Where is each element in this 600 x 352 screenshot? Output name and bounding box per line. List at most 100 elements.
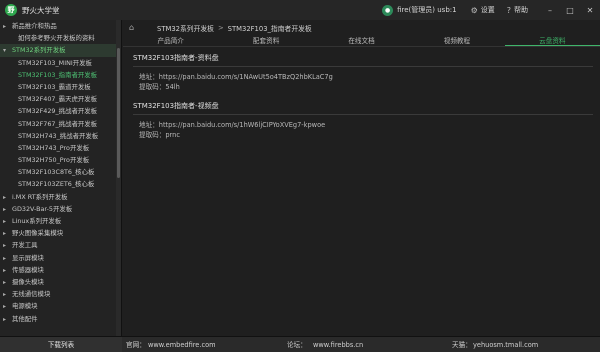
code-row: 提取码：prnc [133,131,590,141]
caret-down-icon[interactable]: ▾ [3,45,12,56]
sidebar-item[interactable]: ▸ GD32V-Bar-5开发板 [0,203,121,215]
sidebar-item[interactable]: ▾ STM32系列开发板 [0,44,121,57]
sidebar-item-label: 传感器模块 [12,265,44,274]
close-button[interactable]: ✕ [580,6,600,15]
section-title: STM32F103指南者-视频盘 [133,102,219,110]
breadcrumb-item[interactable]: STM32系列开发板 [157,23,214,33]
tab-video-tutorials[interactable]: 视频教程 [409,35,504,46]
sidebar-item[interactable]: STM32F103_指南者开发板 [0,69,121,81]
help-label: 帮助 [514,6,528,14]
tree-list: ▸ 新品推介和热品 如何参考野火开发板的资料 ▾ STM32系列开发板 STM32F103… [0,20,121,325]
tab-product-intro[interactable]: 产品简介 [123,35,218,46]
tab-cloud-disk[interactable]: 云盘资料 [504,35,600,46]
sidebar-item[interactable]: STM32F103C8T6_核心板 [0,166,121,178]
sidebar-scrollbar[interactable] [116,20,121,336]
sidebar-item[interactable]: STM32F103_霸道开发板 [0,81,121,93]
help-button[interactable]: ? 帮助 [507,5,528,15]
sidebar-item-label: STM32F103ZET6_核心板 [18,180,95,189]
sidebar-item-label: STM32F407_霸天虎开发板 [18,95,98,104]
status-bar: 下载列表 官网： www.embedfire.com 论坛： www.fireb… [0,336,600,352]
gear-icon: ⚙ [470,5,478,15]
code-row: 提取码：54lh [133,83,590,93]
caret-right-icon[interactable]: ▸ [3,192,12,203]
cloud-disk-content: STM32F103指南者-资料盘 地址：https://pan.baidu.co… [123,47,600,145]
sidebar-item-label: 显示屏模块 [12,253,44,262]
link-value[interactable]: https://pan.baidu.com/s/1NAwUt5o4TBzQ2hb… [159,73,333,81]
caret-right-icon[interactable]: ▸ [3,228,12,239]
sidebar-item[interactable]: ▸ i.MX RT系列开发板 [0,191,121,203]
maximize-button[interactable]: □ [560,6,580,15]
user-avatar-icon[interactable]: ● [382,4,394,16]
home-icon[interactable]: ⌂ [129,23,134,32]
forum-label: 论坛： [287,341,307,349]
sidebar-item[interactable]: STM32F767_挑战者开发板 [0,118,121,130]
settings-label: 设置 [480,6,495,14]
sidebar-item[interactable]: ▸ Linux系列开发板 [0,215,121,227]
app-logo-icon: 野 [5,4,17,16]
sidebar-item[interactable]: STM32F429_挑战者开发板 [0,105,121,117]
sidebar-item-label: STM32F103_指南者开发板 [18,70,98,79]
mall-label: 天猫： [452,341,472,349]
sidebar-item[interactable]: ▸ 摄像头模块 [0,276,121,288]
caret-right-icon[interactable]: ▸ [3,204,12,215]
sidebar-item-label: 新品推介和热品 [12,22,57,30]
code-value[interactable]: prnc [165,131,180,139]
caret-right-icon[interactable]: ▸ [3,265,12,276]
link-key: 地址： [139,73,159,81]
sidebar-item-label: STM32F103_霸道开发板 [18,82,91,91]
sidebar-item[interactable]: ▸ 其他配件 [0,313,121,325]
sidebar-item-label: i.MX RT系列开发板 [12,192,68,201]
site-label: 官网： [126,341,146,349]
caret-right-icon[interactable]: ▸ [3,21,12,32]
caret-right-icon[interactable]: ▸ [3,277,12,288]
sidebar-item[interactable]: ▸ 电源模块 [0,300,121,312]
sidebar-item[interactable]: STM32F103ZET6_核心板 [0,178,121,190]
sidebar-item[interactable]: STM32F407_霸天虎开发板 [0,93,121,105]
sidebar-item-label: STM32H743_Pro开发板 [18,143,90,152]
sidebar-item-label: GD32V-Bar-5开发板 [12,204,73,213]
help-icon: ? [506,5,511,15]
sidebar-item[interactable]: ▸ 开发工具 [0,239,121,251]
site-link[interactable]: www.embedfire.com [148,337,216,352]
tab-online-docs[interactable]: 在线文档 [314,35,409,46]
sidebar-scrollbar-thumb[interactable] [117,48,120,178]
link-value[interactable]: https://pan.baidu.com/s/1hW6ljCIPYoXVEg7… [159,121,325,129]
link-key: 地址： [139,121,159,129]
section-divider [133,114,593,115]
sidebar-item-label: 如何参考野火开发板的资料 [18,34,95,43]
link-row: 地址：https://pan.baidu.com/s/1NAwUt5o4TBzQ… [133,73,590,83]
sidebar-item[interactable]: STM32H743_Pro开发板 [0,142,121,154]
caret-right-icon[interactable]: ▸ [3,240,12,251]
sidebar-item[interactable]: STM32H750_Pro开发板 [0,154,121,166]
sidebar-item[interactable]: ▸ 无线通信模块 [0,288,121,300]
sidebar-item[interactable]: ▸ 新品推介和热品 [0,20,121,32]
user-name[interactable]: fire(管理员) usb:1 [397,5,456,15]
mall-link[interactable]: yehuosm.tmall.com [473,337,538,352]
section-divider [133,66,593,67]
caret-right-icon[interactable]: ▸ [3,301,12,312]
sidebar-item[interactable]: ▸ 传感器模块 [0,264,121,276]
forum-link[interactable]: www.firebbs.cn [313,337,363,352]
sidebar-item[interactable]: STM32H743_挑战者开发板 [0,130,121,142]
breadcrumb-separator: > [217,23,224,32]
download-list-button[interactable]: 下载列表 [0,337,122,352]
sidebar-item-label: STM32H750_Pro开发板 [18,156,90,165]
code-key: 提取码： [139,130,166,139]
caret-right-icon[interactable]: ▸ [3,314,12,325]
sidebar-item-label: STM32系列开发板 [12,46,66,55]
minimize-button[interactable]: – [540,6,560,15]
sidebar-item-label: 无线通信模块 [12,290,51,299]
caret-right-icon[interactable]: ▸ [3,216,12,227]
caret-right-icon[interactable]: ▸ [3,253,12,264]
sidebar-item[interactable]: ▸ 显示屏模块 [0,252,121,264]
sidebar-item[interactable]: ▸ 野火图像采集模块 [0,227,121,239]
sidebar-item-label: STM32F103_MINI开发板 [18,58,92,67]
sidebar-item[interactable]: 如何参考野火开发板的资料 [0,32,121,44]
title-bar: 野 野火大学堂 ● fire(管理员) usb:1 ⚙ 设置 ? 帮助 – □ … [0,0,600,20]
code-value[interactable]: 54lh [165,83,179,91]
tab-materials[interactable]: 配套资料 [218,35,313,46]
settings-button[interactable]: ⚙ 设置 [471,5,495,15]
caret-right-icon[interactable]: ▸ [3,289,12,300]
breadcrumb-item-current[interactable]: STM32F103_指南者开发板 [228,23,312,33]
sidebar-item[interactable]: STM32F103_MINI开发板 [0,57,121,69]
